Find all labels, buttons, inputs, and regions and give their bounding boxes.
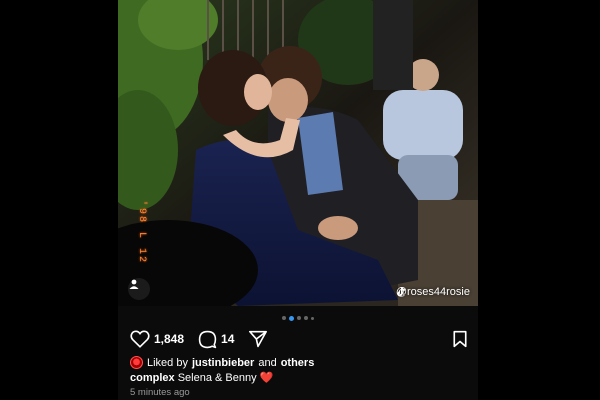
share-button[interactable]: [248, 330, 268, 348]
carousel-dot: [304, 316, 308, 320]
carousel-dot-active: [289, 315, 294, 321]
action-bar: 1,848 14: [130, 328, 468, 350]
instagram-post: '98 L 12 @roses44rosie 1,848 14 Liked by…: [118, 0, 478, 400]
carousel-dot: [297, 316, 301, 320]
heart-emoji: ❤️: [259, 372, 274, 384]
liked-by-line: Liked by justinbieber and others: [130, 356, 314, 369]
bookmark-icon: [453, 330, 467, 348]
comment-count: 14: [221, 332, 235, 346]
comment-button[interactable]: 14: [198, 330, 234, 349]
post-photo[interactable]: '98 L 12 @roses44rosie: [118, 0, 478, 306]
comment-icon: [198, 330, 217, 348]
liked-by-others-link[interactable]: others: [281, 357, 315, 369]
send-icon: [249, 330, 268, 348]
post-timestamp: 5 minutes ago: [130, 387, 190, 398]
post-caption: complex Selena & Benny ❤️: [130, 371, 273, 384]
like-count: 1,848: [154, 332, 185, 346]
carousel-dot: [282, 316, 286, 320]
person-icon: [129, 279, 139, 289]
liker-avatar[interactable]: [130, 356, 143, 369]
photo-credit: @roses44rosie: [396, 286, 470, 298]
liked-by-prefix: Liked by: [147, 356, 188, 369]
tagged-users-button[interactable]: [128, 278, 150, 300]
liked-by-joiner: and: [258, 356, 277, 369]
save-button[interactable]: [452, 330, 468, 353]
photo-date-stamp: '98 L 12: [136, 200, 147, 265]
heart-outline-icon: [130, 330, 150, 348]
right-letterbox: [478, 0, 600, 400]
caption-username[interactable]: complex: [130, 372, 175, 384]
credit-handle: @roses44rosie: [395, 286, 470, 298]
left-letterbox: [0, 0, 118, 400]
caption-text: Selena & Benny: [177, 372, 257, 384]
tiktok-icon: [397, 287, 405, 296]
liked-by-user-link[interactable]: justinbieber: [192, 357, 254, 369]
carousel-dot: [311, 316, 314, 320]
like-button[interactable]: 1,848: [130, 330, 184, 348]
carousel-indicator: [118, 315, 478, 321]
photo-illustration: [118, 0, 478, 306]
